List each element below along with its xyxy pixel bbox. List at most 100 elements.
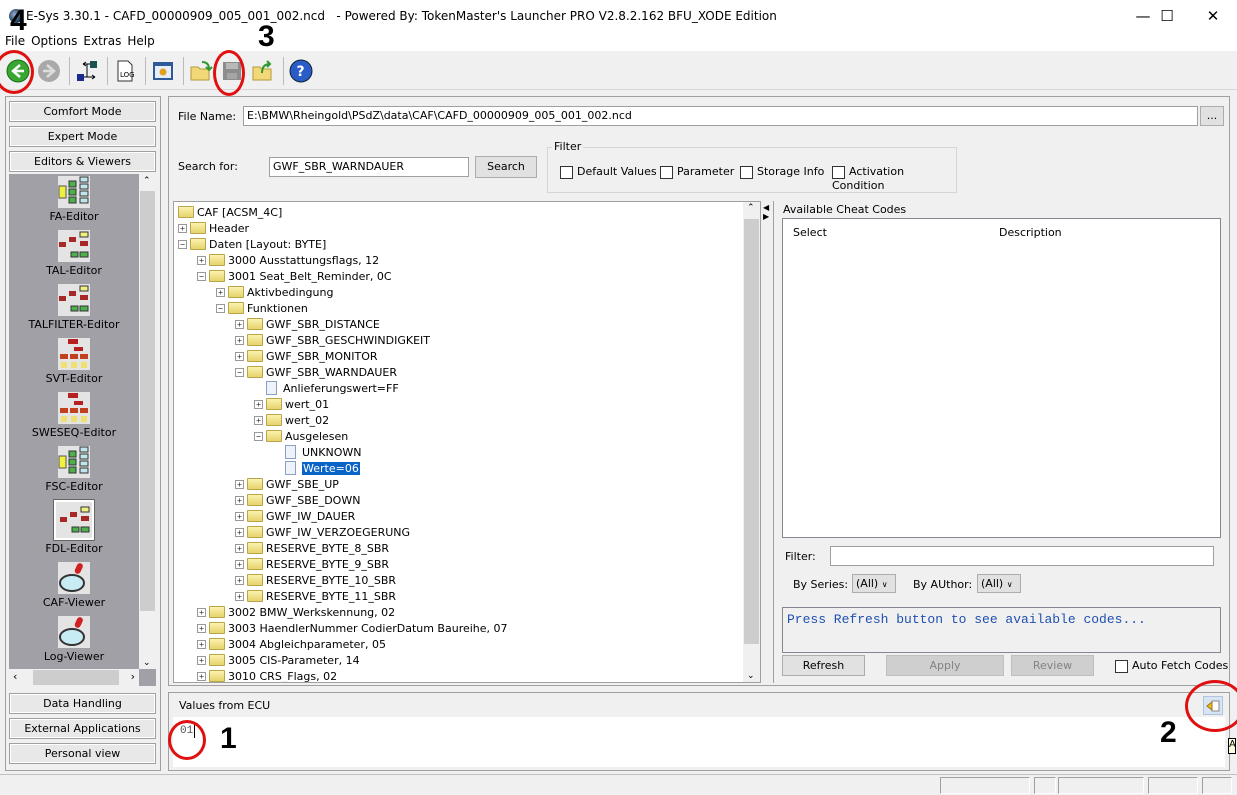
tree-scroll-thumb[interactable] (744, 219, 759, 644)
checkbox[interactable] (660, 165, 673, 179)
scroll-thumb-h[interactable] (33, 670, 119, 685)
scroll-up-icon[interactable]: ⌃ (143, 176, 151, 186)
checkbox[interactable] (560, 165, 573, 179)
svt-editor-item[interactable]: SVT-Editor (9, 338, 139, 385)
tree-node[interactable]: + RESERVE_BYTE_8_SBR (235, 540, 389, 556)
tree-node[interactable]: + GWF_SBR_DISTANCE (235, 316, 380, 332)
settings-window-button[interactable] (149, 57, 177, 85)
collapse-icon[interactable]: − (216, 303, 225, 313)
tree-node[interactable]: − Daten [Layout: BYTE] (178, 236, 326, 252)
expand-icon[interactable]: + (197, 639, 206, 649)
expert-mode-button[interactable]: Expert Mode (9, 126, 156, 147)
expand-icon[interactable]: + (235, 511, 244, 521)
fdl-editor-item[interactable]: FDL-Editor (9, 499, 139, 555)
sweseq-editor-item[interactable]: SWESEQ-Editor (9, 392, 139, 439)
scroll-up-icon[interactable]: ⌃ (747, 203, 755, 213)
tree-node[interactable]: + GWF_SBR_GESCHWINDIGKEIT (235, 332, 430, 348)
tree-node[interactable]: + GWF_IW_DAUER (235, 508, 355, 524)
scroll-left-icon[interactable]: ‹ (13, 670, 17, 683)
tree-node[interactable]: + GWF_SBR_MONITOR (235, 348, 378, 364)
collapse-left-icon[interactable]: ◀ (763, 203, 769, 212)
collapse-icon[interactable]: − (235, 367, 244, 377)
expand-icon[interactable]: + (178, 223, 187, 233)
tree-node[interactable]: +3010 CRS_Flags, 02 (197, 668, 337, 682)
caf-viewer-item[interactable]: CAF-Viewer (9, 562, 139, 609)
tree-node[interactable]: Werte=06 (273, 460, 360, 476)
connect-button[interactable] (73, 57, 101, 85)
tree-node[interactable]: +3005 CIS-Parameter, 14 (197, 652, 360, 668)
tree-node[interactable]: − Funktionen (216, 300, 308, 316)
expand-icon[interactable]: + (235, 543, 244, 553)
expand-icon[interactable]: + (235, 575, 244, 585)
auto-fetch-checkbox[interactable]: Auto Fetch Codes (1115, 659, 1228, 673)
cheat-codes-table[interactable]: Select Description (782, 218, 1221, 538)
col-select[interactable]: Select (793, 226, 827, 239)
tree-node[interactable]: +3004 Abgleichparameter, 05 (197, 636, 386, 652)
expand-icon[interactable]: + (235, 559, 244, 569)
tree-node[interactable]: +3003 HaendlerNummer CodierDatum Baureih… (197, 620, 508, 636)
export-button[interactable] (249, 57, 277, 85)
collapse-icon[interactable]: − (254, 431, 263, 441)
log-viewer-item[interactable]: Log-Viewer (9, 616, 139, 663)
tree-node[interactable]: + RESERVE_BYTE_10_SBR (235, 572, 396, 588)
review-button[interactable]: Review (1011, 655, 1094, 676)
expand-icon[interactable]: + (197, 607, 206, 617)
checkbox[interactable] (832, 165, 845, 179)
expand-icon[interactable]: + (235, 479, 244, 489)
collapse-icon[interactable]: − (197, 271, 206, 281)
splitter-arrows[interactable]: ◀ ▶ (763, 203, 771, 221)
tree-node[interactable]: + Aktivbedingung (216, 284, 333, 300)
tree-node[interactable]: + GWF_SBE_UP (235, 476, 339, 492)
maximize-button[interactable]: ☐ (1144, 0, 1190, 31)
tree-node[interactable]: − Ausgelesen (254, 428, 348, 444)
search-button[interactable]: Search (475, 156, 537, 178)
tree-node[interactable]: − 3001 Seat_Belt_Reminder, 0C (197, 268, 392, 284)
expand-icon[interactable]: + (254, 399, 263, 409)
cheat-filter-input[interactable] (830, 546, 1214, 566)
collapse-icon[interactable]: − (178, 239, 187, 249)
close-button[interactable]: ✕ (1190, 0, 1236, 31)
tree-node[interactable]: UNKNOWN (273, 444, 362, 460)
ecu-value-textarea[interactable]: 01 (173, 717, 1225, 767)
filter-activation-condition[interactable]: Activation Condition (832, 165, 956, 192)
expand-icon[interactable]: + (235, 351, 244, 361)
filter-parameter[interactable]: Parameter (660, 165, 734, 179)
menu-help[interactable]: Help (127, 34, 154, 48)
expand-icon[interactable]: + (197, 671, 206, 681)
checkbox[interactable] (740, 165, 753, 179)
apply-button[interactable]: Apply (886, 655, 1004, 676)
author-dropdown[interactable]: (All) ∨ (977, 574, 1021, 593)
tree-node[interactable]: + GWF_IW_VERZOEGERUNG (235, 524, 410, 540)
external-applications-button[interactable]: External Applications (9, 718, 156, 739)
editors-horizontal-scrollbar[interactable]: ‹ › (9, 669, 139, 686)
forward-button[interactable] (35, 57, 63, 85)
tree-node[interactable]: + wert_02 (254, 412, 329, 428)
series-dropdown[interactable]: (All) ∨ (852, 574, 896, 593)
personal-view-button[interactable]: Personal view (9, 743, 156, 764)
expand-icon[interactable]: + (235, 591, 244, 601)
scroll-right-icon[interactable]: › (131, 670, 135, 683)
fa-editor-item[interactable]: FA-Editor (9, 176, 139, 223)
expand-icon[interactable]: + (235, 335, 244, 345)
tree-node[interactable]: + wert_01 (254, 396, 329, 412)
menu-extras[interactable]: Extras (83, 34, 121, 48)
log-button[interactable]: LOG (111, 57, 139, 85)
filter-default-values[interactable]: Default Values (560, 165, 657, 179)
expand-right-icon[interactable]: ▶ (763, 212, 769, 221)
expand-icon[interactable]: + (197, 623, 206, 633)
tree-vertical-scrollbar[interactable]: ⌃ ⌄ (743, 202, 760, 682)
scroll-down-icon[interactable]: ⌄ (143, 658, 151, 668)
tree-node[interactable]: +3002 BMW_Werkskennung, 02 (197, 604, 395, 620)
search-input[interactable]: GWF_SBR_WARNDAUER (269, 157, 469, 177)
menu-options[interactable]: Options (31, 34, 77, 48)
refresh-button[interactable]: Refresh (782, 655, 865, 676)
expand-icon[interactable]: + (254, 415, 263, 425)
open-button[interactable] (187, 57, 215, 85)
expand-icon[interactable]: + (216, 287, 225, 297)
browse-button[interactable]: ... (1200, 106, 1224, 126)
editors-viewers-button[interactable]: Editors & Viewers (9, 151, 156, 172)
help-button[interactable]: ? (287, 57, 315, 85)
editors-vertical-scrollbar[interactable]: ⌃ ⌄ (139, 174, 156, 669)
fsc-editor-item[interactable]: FSC-Editor (9, 446, 139, 493)
tree-node[interactable]: CAF [ACSM_4C] (178, 204, 282, 220)
